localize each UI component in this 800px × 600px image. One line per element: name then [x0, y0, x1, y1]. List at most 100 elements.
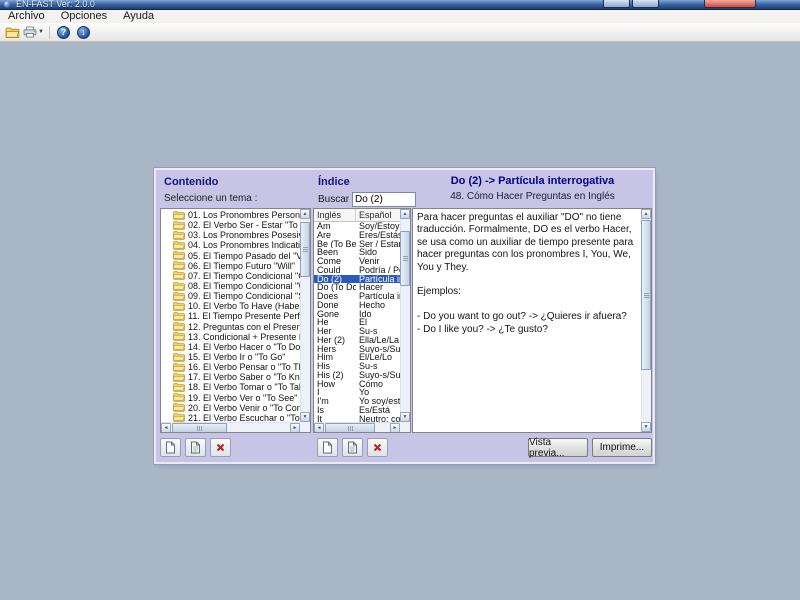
column-header-ingles[interactable]: Inglés [314, 209, 356, 221]
topic-label: 06. El Tiempo Futuro "Will" [188, 260, 295, 271]
search-input[interactable] [352, 192, 416, 207]
delete-entry-button[interactable] [367, 438, 388, 457]
topic-list-item[interactable]: 01. Los Pronombres Personales [161, 210, 300, 220]
vocab-row[interactable]: Her (2) Ella/Le/La [314, 336, 400, 345]
scroll-up-arrow[interactable]: ▲ [300, 209, 310, 219]
menu-archivo[interactable]: Archivo [0, 10, 53, 23]
detail-vertical-scrollbar[interactable]: ▲ ▼ [641, 209, 651, 432]
scrollbar-thumb[interactable] [300, 222, 310, 277]
close-button[interactable] [704, 0, 756, 8]
toolbar: ▼ ? ↓ [0, 23, 800, 42]
scrollbar-thumb[interactable] [400, 231, 410, 286]
topic-list-item[interactable]: 05. El Tiempo Pasado del "Verb To Be" [161, 251, 300, 261]
scroll-up-arrow[interactable]: ▲ [400, 209, 410, 219]
scroll-right-arrow[interactable]: ► [290, 423, 300, 432]
topic-list-item[interactable]: 17. El Verbo Saber o "To Know" [161, 372, 300, 382]
topic-list-item[interactable]: 08. El Tiempo Condicional "Would" [161, 281, 300, 291]
vocab-row[interactable]: Done Hecho [314, 301, 400, 310]
new-topic-button[interactable] [160, 438, 181, 457]
vocab-row[interactable]: I'm Yo soy/estoy [314, 397, 400, 406]
scroll-right-arrow[interactable]: ► [390, 423, 400, 432]
vocab-english: His (2) [317, 370, 344, 380]
help-button[interactable]: ? [54, 24, 73, 40]
table-vertical-scrollbar[interactable]: ▲ ▼ [400, 209, 410, 422]
vocab-row[interactable]: Could Podría / Podrías [314, 266, 400, 275]
vocab-english: I [317, 388, 320, 397]
scroll-left-arrow[interactable]: ◄ [314, 423, 324, 432]
vocab-english: I'm [317, 397, 329, 406]
menu-ayuda[interactable]: Ayuda [115, 10, 162, 23]
scroll-up-arrow[interactable]: ▲ [641, 209, 651, 219]
print-action-button[interactable]: Imprime... [592, 438, 652, 457]
topic-list-item[interactable]: 04. Los Pronombres Indicativos [161, 240, 300, 250]
info-button[interactable]: ↓ [74, 24, 93, 40]
detail-paragraph: - Do you want to go out? -> ¿Quieres ir … [417, 311, 627, 323]
vocab-row[interactable]: He Él [314, 318, 400, 327]
open-folder-button[interactable] [3, 24, 22, 40]
topic-list-item[interactable]: 11. El Tiempo Presente Perfecto [161, 311, 300, 321]
topic-list-item[interactable]: 03. Los Pronombres Posesivos [161, 230, 300, 240]
maximize-button[interactable] [632, 0, 659, 8]
topics-horizontal-scrollbar[interactable]: ◄ ► [161, 422, 300, 432]
topic-list-item[interactable]: 06. El Tiempo Futuro "Will" [161, 261, 300, 271]
vocab-row[interactable]: Do (2) Partícula interrogativa [314, 274, 400, 284]
vocab-spanish: Hacer [359, 283, 384, 292]
vocab-row[interactable]: Is Es/Está [314, 406, 400, 415]
vocab-row[interactable]: Do (To Do)Hacer [314, 283, 400, 292]
topic-list-item[interactable]: 14. El Verbo Hacer o "To Do" [161, 342, 300, 352]
scroll-left-arrow[interactable]: ◄ [161, 423, 171, 432]
scroll-down-arrow[interactable]: ▼ [400, 412, 410, 422]
edit-topic-button[interactable] [185, 438, 206, 457]
topic-list-item[interactable]: 20. El Verbo Venir o "To Come" [161, 403, 300, 413]
vocab-row[interactable]: Be (To Be) Ser / Estar [314, 240, 400, 249]
scrollbar-thumb[interactable] [172, 423, 227, 432]
vocab-row[interactable]: Are Eres/Estás/Son [314, 231, 400, 240]
topic-list-item[interactable]: 02. El Verbo Ser - Estar "To Be" [161, 220, 300, 230]
vocab-row[interactable]: Been Sido [314, 248, 400, 257]
topic-list-item[interactable]: 09. El Tiempo Condicional "Should" [161, 291, 300, 301]
vocab-english: Her (2) [317, 335, 346, 345]
vocab-row[interactable]: Her Su-s [314, 327, 400, 336]
delete-topic-button[interactable] [210, 438, 231, 457]
vocab-row[interactable]: Come Venir [314, 257, 400, 266]
vocab-row[interactable]: It Neutro: cosa [314, 415, 400, 423]
vocab-row[interactable]: His (2) Suyo-s/Suya-s [314, 371, 400, 380]
scroll-down-arrow[interactable]: ▼ [300, 412, 310, 422]
detail-subtitle: 48. Cómo Hacer Preguntas en Inglés [450, 191, 615, 202]
scrollbar-thumb[interactable] [325, 423, 375, 432]
vocab-row[interactable]: I Yo [314, 388, 400, 397]
column-header-espanol[interactable]: Español [356, 209, 400, 221]
edit-entry-button[interactable] [342, 438, 363, 457]
vocab-row[interactable]: His Su-s [314, 362, 400, 371]
vocab-row[interactable]: Does Partícula interrogativa [314, 292, 400, 301]
topic-list-item[interactable]: 21. El Verbo Escuchar o "To Listen" [161, 413, 300, 422]
vocab-row[interactable]: Am Soy/Estoy [314, 222, 400, 231]
topic-list-item[interactable]: 16. El Verbo Pensar o "To Think" [161, 362, 300, 372]
print-dropdown-arrow[interactable]: ▼ [38, 29, 44, 35]
topic-list-item[interactable]: 12. Preguntas con el Presente Perfecto [161, 322, 300, 332]
scroll-down-arrow[interactable]: ▼ [641, 422, 651, 432]
topics-vertical-scrollbar[interactable]: ▲ ▼ [300, 209, 310, 422]
table-horizontal-scrollbar[interactable]: ◄ ► [314, 422, 400, 432]
scrollbar-thumb[interactable] [641, 220, 651, 370]
vocab-row[interactable]: Gone Ido [314, 310, 400, 319]
topic-list-item[interactable]: 18. El Verbo Tomar o "To Take" [161, 382, 300, 392]
topic-list-item[interactable]: 19. El Verbo Ver o "To See" [161, 393, 300, 403]
topic-list-item[interactable]: 15. El Verbo Ir o "To Go" [161, 352, 300, 362]
new-entry-button[interactable] [317, 438, 338, 457]
buscar-label: Buscar : [318, 194, 355, 205]
print-button[interactable]: ▼ [23, 24, 44, 40]
menu-opciones[interactable]: Opciones [53, 10, 115, 23]
topic-list-item[interactable]: 13. Condicional + Presente Perfecto [161, 332, 300, 342]
topic-list-item[interactable]: 10. El Verbo To Have (Haber - Tener) [161, 301, 300, 311]
new-document-icon [166, 441, 175, 454]
vocab-row[interactable]: Hers Suyo-s/Suya-s [314, 345, 400, 354]
vocab-row[interactable]: Him El/Le/Lo [314, 353, 400, 362]
vocab-row[interactable]: How Cómo [314, 380, 400, 389]
topic-label: 12. Preguntas con el Presente Perfecto [188, 321, 300, 332]
topic-label: 09. El Tiempo Condicional "Should" [188, 291, 300, 302]
minimize-button[interactable] [603, 0, 630, 8]
topic-list-item[interactable]: 07. El Tiempo Condicional "Could" [161, 271, 300, 281]
vocab-english: Is [317, 405, 325, 415]
preview-button[interactable]: Vista previa... [528, 437, 588, 459]
